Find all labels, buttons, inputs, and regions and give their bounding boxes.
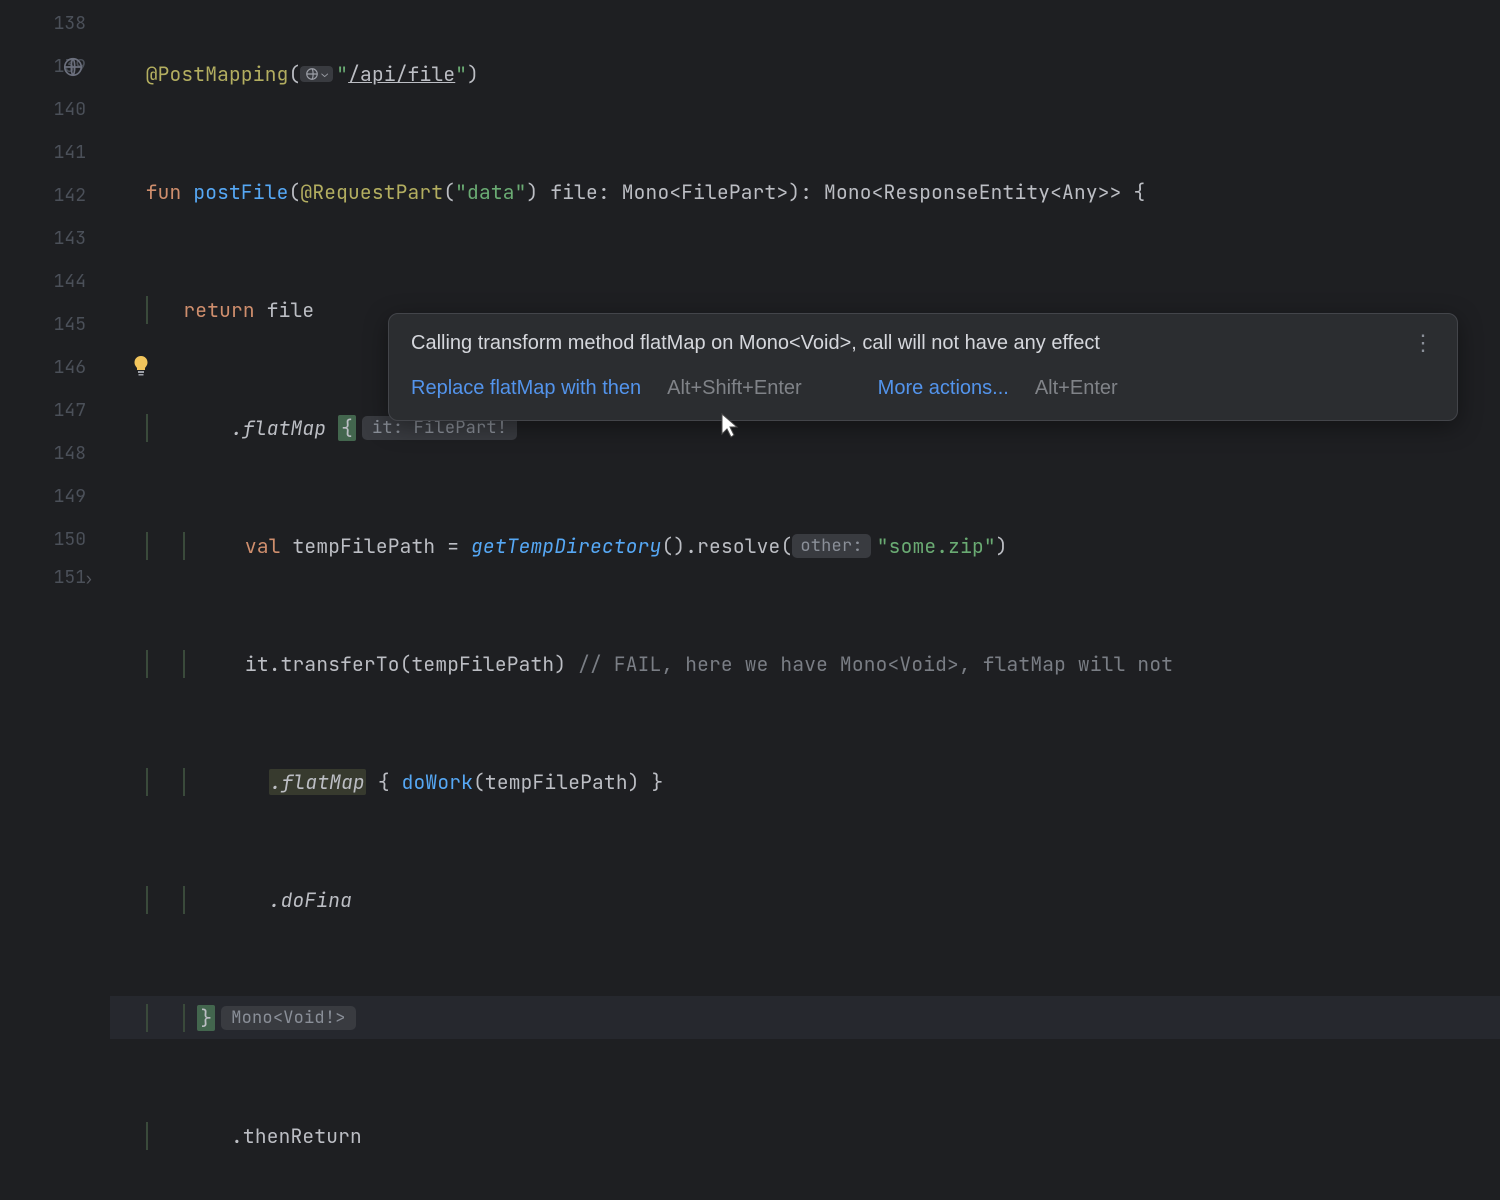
code-line[interactable]: .doFina xyxy=(110,878,1500,921)
url-inline-icon[interactable]: ⌄ xyxy=(300,66,333,82)
param-hint: other: xyxy=(792,534,870,558)
code-line[interactable]: it.transferTo(tempFilePath) // FAIL, her… xyxy=(110,642,1500,685)
line-number: 138 xyxy=(0,2,110,45)
lightbulb-icon[interactable] xyxy=(132,355,150,377)
expand-fold-icon[interactable]: › xyxy=(84,568,94,589)
inspection-message: Calling transform method flatMap on Mono… xyxy=(411,332,1100,355)
url-link[interactable]: /api/file xyxy=(348,61,455,87)
code-editor: 138 139 140 141 142 143 144 145 146 147 … xyxy=(0,0,1500,600)
shortcut-hint: Alt+Enter xyxy=(1035,377,1118,400)
line-number: 150 xyxy=(0,518,110,561)
line-number: 149 xyxy=(0,475,110,518)
code-line[interactable]: .flatMap { doWork(tempFilePath) } xyxy=(110,760,1500,803)
line-number: 142 xyxy=(0,174,110,217)
mouse-cursor-icon xyxy=(720,412,742,440)
code-line[interactable]: @PostMapping(⌄"/api/file") xyxy=(110,52,1500,95)
code-area[interactable]: @PostMapping(⌄"/api/file") fun postFile(… xyxy=(110,0,1500,600)
code-line[interactable]: .thenReturn xyxy=(110,1114,1500,1157)
line-number: 145 xyxy=(0,303,110,346)
kebab-menu-icon[interactable]: ⋮ xyxy=(1412,339,1435,348)
quick-fix-link[interactable]: Replace flatMap with then xyxy=(411,377,641,400)
endpoint-icon[interactable] xyxy=(62,56,84,78)
code-line-current[interactable]: }Mono<Void!> xyxy=(110,996,1500,1039)
line-number: 147 xyxy=(0,389,110,432)
code-line[interactable]: fun postFile(@RequestPart("data") file: … xyxy=(110,170,1500,213)
gutter: 138 139 140 141 142 143 144 145 146 147 … xyxy=(0,0,110,600)
shortcut-hint: Alt+Shift+Enter xyxy=(667,377,802,400)
line-number: 144 xyxy=(0,260,110,303)
line-number: 139 xyxy=(0,45,110,88)
line-number: 143 xyxy=(0,217,110,260)
line-number: 141 xyxy=(0,131,110,174)
line-number: 146 xyxy=(0,346,110,389)
line-number: 148 xyxy=(0,432,110,475)
more-actions-link[interactable]: More actions... xyxy=(878,377,1009,400)
type-hint: Mono<Void!> xyxy=(221,1006,355,1030)
line-number: › 151 xyxy=(0,561,110,589)
line-number: 140 xyxy=(0,88,110,131)
inspection-tooltip: Calling transform method flatMap on Mono… xyxy=(388,313,1458,421)
code-line[interactable]: val tempFilePath = getTempDirectory().re… xyxy=(110,524,1500,567)
